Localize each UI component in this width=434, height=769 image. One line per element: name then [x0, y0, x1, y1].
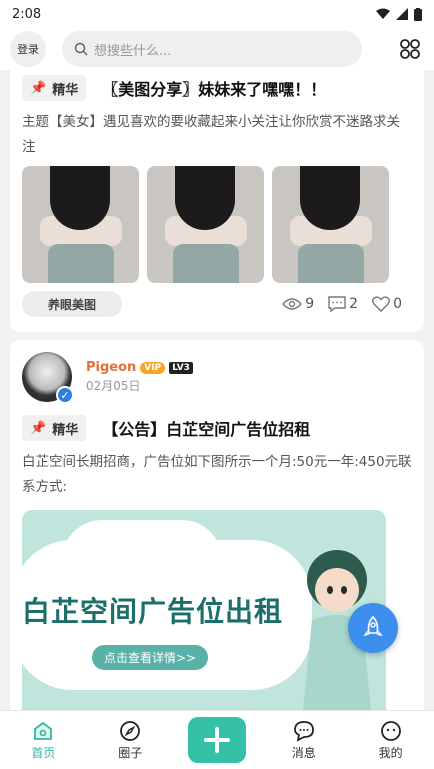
- comment-icon: [328, 296, 346, 312]
- bottom-navigation: 首页 圈子 消息 我的: [0, 710, 434, 769]
- pin-icon: 📌: [30, 80, 47, 96]
- verified-icon: ✓: [56, 386, 74, 404]
- search-placeholder: 想搜些什么...: [94, 43, 172, 59]
- banner-details-button[interactable]: 点击查看详情>>: [92, 645, 209, 670]
- compass-icon: [120, 720, 141, 741]
- post-image[interactable]: [147, 166, 264, 283]
- author-name[interactable]: Pigeon: [86, 360, 136, 375]
- like-button[interactable]: 0: [372, 296, 402, 312]
- nav-add[interactable]: [174, 717, 261, 763]
- status-bar: 2:08: [0, 0, 434, 28]
- author-info: Pigeon VIP LV3 02月05日: [86, 360, 193, 394]
- wifi-icon: [376, 8, 390, 19]
- grid-menu-button[interactable]: [396, 35, 424, 63]
- scroll-top-button[interactable]: [348, 603, 398, 653]
- battery-icon: [414, 7, 422, 21]
- post-body: 主题【美女】遇见喜欢的要收藏起来小关注让你欣赏不迷路求关注: [22, 114, 400, 155]
- profile-icon: [380, 720, 401, 741]
- home-icon: [34, 721, 53, 740]
- pin-icon: 📌: [30, 420, 47, 436]
- post-images: [22, 166, 412, 283]
- post-title[interactable]: 〖美图分享〗妹妹来了嘿嘿！！: [102, 76, 326, 100]
- author-row: ✓ Pigeon VIP LV3 02月05日: [22, 350, 412, 404]
- post-image[interactable]: [272, 166, 389, 283]
- heart-icon: [372, 296, 391, 312]
- nav-messages[interactable]: 消息: [260, 720, 347, 761]
- post-card[interactable]: 📌 精华 〖美图分享〗妹妹来了嘿嘿！！ 主题【美女】遇见喜欢的要收藏起来小关注让…: [10, 70, 424, 332]
- view-count: 9: [282, 296, 314, 312]
- featured-label: 精华: [52, 82, 79, 98]
- featured-badge: 📌 精华: [22, 415, 87, 441]
- message-icon: [293, 720, 314, 742]
- system-icons: [376, 7, 422, 21]
- post-meta: 养眼美图 9 2 0: [22, 291, 412, 317]
- post-stats: 9 2 0: [282, 296, 412, 312]
- featured-label: 精华: [52, 422, 79, 438]
- ad-banner-image[interactable]: 白芷空间广告位出租 点击查看详情>>: [22, 510, 386, 710]
- post-image[interactable]: [22, 166, 139, 283]
- eye-icon: [282, 298, 303, 310]
- top-header: 登录 想搜些什么...: [0, 28, 434, 70]
- post-date: 02月05日: [86, 379, 141, 393]
- rocket-icon: [363, 616, 383, 637]
- search-input[interactable]: 想搜些什么...: [62, 31, 362, 67]
- post-title-row: 📌 精华 【公告】白芷空间广告位招租: [22, 410, 412, 446]
- nav-profile[interactable]: 我的: [347, 720, 434, 761]
- login-button[interactable]: 登录: [10, 31, 46, 67]
- banner-title: 白芷空间广告位出租: [22, 595, 284, 628]
- nav-home[interactable]: 首页: [0, 720, 87, 761]
- vip-badge: VIP: [140, 361, 166, 374]
- post-title-row: 📌 精华 〖美图分享〗妹妹来了嘿嘿！！: [22, 70, 412, 106]
- add-post-button[interactable]: [187, 717, 246, 763]
- search-icon: [74, 42, 88, 56]
- nav-circle[interactable]: 圈子: [87, 720, 174, 761]
- featured-badge: 📌 精华: [22, 75, 87, 101]
- signal-icon: [396, 8, 408, 20]
- avatar[interactable]: ✓: [22, 352, 74, 404]
- post-tag[interactable]: 养眼美图: [22, 291, 122, 317]
- post-card[interactable]: ✓ Pigeon VIP LV3 02月05日 📌 精华 【公告】白芷空间广告位…: [10, 340, 424, 710]
- post-body: 白芷空间长期招商，广告位如下图所示一个月:50元一年:450元联系方式:: [22, 454, 412, 495]
- comment-button[interactable]: 2: [328, 296, 358, 312]
- post-title[interactable]: 【公告】白芷空间广告位招租: [102, 416, 310, 440]
- level-badge: LV3: [169, 361, 193, 374]
- grid-icon: [400, 39, 420, 59]
- status-time: 2:08: [12, 6, 42, 22]
- add-icon: [203, 727, 230, 753]
